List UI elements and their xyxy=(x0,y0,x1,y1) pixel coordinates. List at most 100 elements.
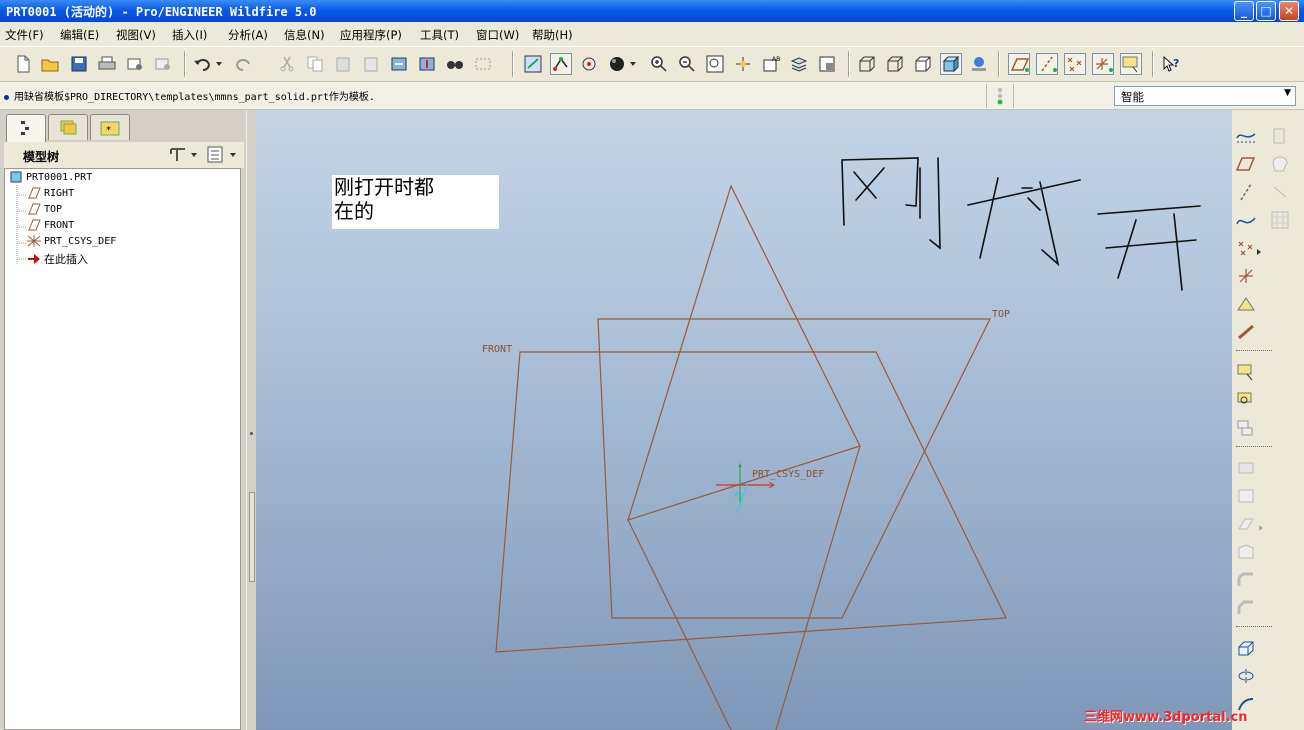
send-mail-icon[interactable] xyxy=(124,53,146,75)
revolve-icon[interactable] xyxy=(1234,664,1258,688)
menu-view[interactable]: 视图(V) xyxy=(116,27,156,43)
menu-analysis[interactable]: 分析(A) xyxy=(228,27,268,43)
tree-node-root[interactable]: PRT0001.PRT xyxy=(9,171,92,183)
rib-icon[interactable] xyxy=(1234,512,1258,536)
maximize-button[interactable]: □ xyxy=(1256,1,1276,21)
note-tool-icon[interactable] xyxy=(1234,360,1258,384)
wireframe-icon[interactable] xyxy=(856,53,878,75)
refit-icon[interactable] xyxy=(704,53,726,75)
feature-toolbar xyxy=(1232,110,1304,730)
close-button[interactable]: ✕ xyxy=(1279,1,1299,21)
extrude-icon[interactable] xyxy=(1234,636,1258,660)
datum-axis-tool-icon[interactable] xyxy=(1234,180,1258,204)
no-hidden-icon[interactable] xyxy=(912,53,934,75)
draft-icon[interactable] xyxy=(1234,540,1258,564)
menu-help[interactable]: 帮助(H) xyxy=(532,27,573,43)
new-file-icon[interactable] xyxy=(12,53,34,75)
shading-dropdown-icon[interactable] xyxy=(628,53,638,75)
datum-planes-toggle-icon[interactable] xyxy=(1008,53,1030,75)
spin-center-icon[interactable] xyxy=(550,53,572,75)
regenerate-icon[interactable] xyxy=(388,53,410,75)
repaint-icon[interactable] xyxy=(522,53,544,75)
datum-plane-icon xyxy=(27,187,41,199)
datum-axes-toggle-icon[interactable] xyxy=(1036,53,1058,75)
splitter-collapse-dot[interactable] xyxy=(250,432,253,435)
menu-insert[interactable]: 插入(I) xyxy=(172,27,207,43)
svg-text:*: * xyxy=(106,125,111,136)
sketch-icon[interactable] xyxy=(1234,124,1258,148)
copy-geom-icon[interactable] xyxy=(1268,124,1292,148)
hidden-line-icon[interactable] xyxy=(884,53,906,75)
datum-curve-tool-icon[interactable] xyxy=(1234,208,1258,232)
chevron-right-icon[interactable] xyxy=(1254,240,1264,264)
menu-edit[interactable]: 编辑(E) xyxy=(60,27,99,43)
datum-points-toggle-icon[interactable] xyxy=(1064,53,1086,75)
tree-node-top[interactable]: TOP xyxy=(27,203,62,215)
saved-views-icon[interactable]: AB xyxy=(760,53,782,75)
print-icon[interactable] xyxy=(96,53,118,75)
enhanced-realism-icon[interactable] xyxy=(968,53,990,75)
datum-plane-tool-icon[interactable] xyxy=(1234,152,1258,176)
label-front: FRONT xyxy=(482,344,512,355)
open-folder-icon[interactable] xyxy=(40,53,62,75)
menu-window[interactable]: 窗口(W) xyxy=(476,27,519,43)
layers-icon[interactable] xyxy=(788,53,810,75)
redo-icon[interactable] xyxy=(232,53,254,75)
select-box-icon[interactable] xyxy=(472,53,494,75)
cut-icon[interactable] xyxy=(276,53,298,75)
annotation-toggle-icon[interactable] xyxy=(1120,53,1142,75)
paste-icon[interactable] xyxy=(332,53,354,75)
csys-toggle-icon[interactable] xyxy=(1092,53,1114,75)
zoom-out-icon[interactable] xyxy=(676,53,698,75)
merge-icon[interactable] xyxy=(1268,180,1292,204)
note-list-icon[interactable] xyxy=(1234,416,1258,440)
csys-tool-icon[interactable] xyxy=(1234,264,1258,288)
tree-node-insert-here[interactable]: 在此插入 xyxy=(27,251,88,267)
analysis-feature-icon[interactable] xyxy=(1234,292,1258,316)
grid-icon[interactable] xyxy=(1268,208,1292,232)
tree-node-front[interactable]: FRONT xyxy=(27,219,74,231)
undo-dropdown-icon[interactable] xyxy=(214,53,224,75)
tab-favorites[interactable]: * xyxy=(90,114,130,140)
menu-tools[interactable]: 工具(T) xyxy=(420,27,459,43)
selection-filter-select[interactable]: 智能 ▼ xyxy=(1114,86,1296,106)
shrinkwrap-icon[interactable] xyxy=(1268,152,1292,176)
hole-icon[interactable] xyxy=(1234,456,1258,480)
shell-icon[interactable] xyxy=(1234,484,1258,508)
send-link-icon[interactable] xyxy=(152,53,174,75)
shading-icon[interactable] xyxy=(606,53,628,75)
splitter-handle[interactable] xyxy=(249,492,255,582)
main-toolbar: AB ? xyxy=(0,46,1304,82)
shaded-icon[interactable] xyxy=(940,53,962,75)
tree-settings-icon[interactable] xyxy=(168,146,198,164)
tab-model-tree[interactable] xyxy=(6,114,46,142)
find-icon[interactable] xyxy=(444,53,466,75)
undo-icon[interactable] xyxy=(192,53,214,75)
model-tree-title: 模型树 xyxy=(23,150,60,164)
paste-special-icon[interactable] xyxy=(360,53,382,75)
chain-icon[interactable] xyxy=(1234,320,1258,344)
tree-node-csys[interactable]: PRT_CSYS_DEF xyxy=(27,235,116,247)
view-manager-icon[interactable] xyxy=(816,53,838,75)
regen-manager-icon[interactable] xyxy=(416,53,438,75)
reorient-icon[interactable] xyxy=(732,53,754,75)
tree-node-right[interactable]: RIGHT xyxy=(27,187,74,199)
chevron-right-icon[interactable] xyxy=(1256,516,1266,540)
round-icon[interactable] xyxy=(1234,568,1258,592)
copy-icon[interactable] xyxy=(304,53,326,75)
traffic-light-icon[interactable] xyxy=(986,84,1014,108)
note-search-icon[interactable] xyxy=(1234,388,1258,412)
orient-mode-icon[interactable] xyxy=(578,53,600,75)
zoom-in-icon[interactable] xyxy=(648,53,670,75)
panel-splitter[interactable] xyxy=(246,110,256,730)
minimize-button[interactable]: _ xyxy=(1234,1,1254,21)
chamfer-icon[interactable] xyxy=(1234,596,1258,620)
save-icon[interactable] xyxy=(68,53,90,75)
menu-info[interactable]: 信息(N) xyxy=(284,27,325,43)
menu-file[interactable]: 文件(F) xyxy=(5,27,44,43)
tree-show-icon[interactable] xyxy=(206,146,240,164)
tab-folder-browser[interactable] xyxy=(48,114,88,140)
menu-applications[interactable]: 应用程序(P) xyxy=(340,27,402,43)
graphics-window[interactable]: TOP FRONT PRT_CSYS_DEF 刚打开时都 在的 xyxy=(256,110,1232,730)
context-help-icon[interactable]: ? xyxy=(1160,53,1182,75)
